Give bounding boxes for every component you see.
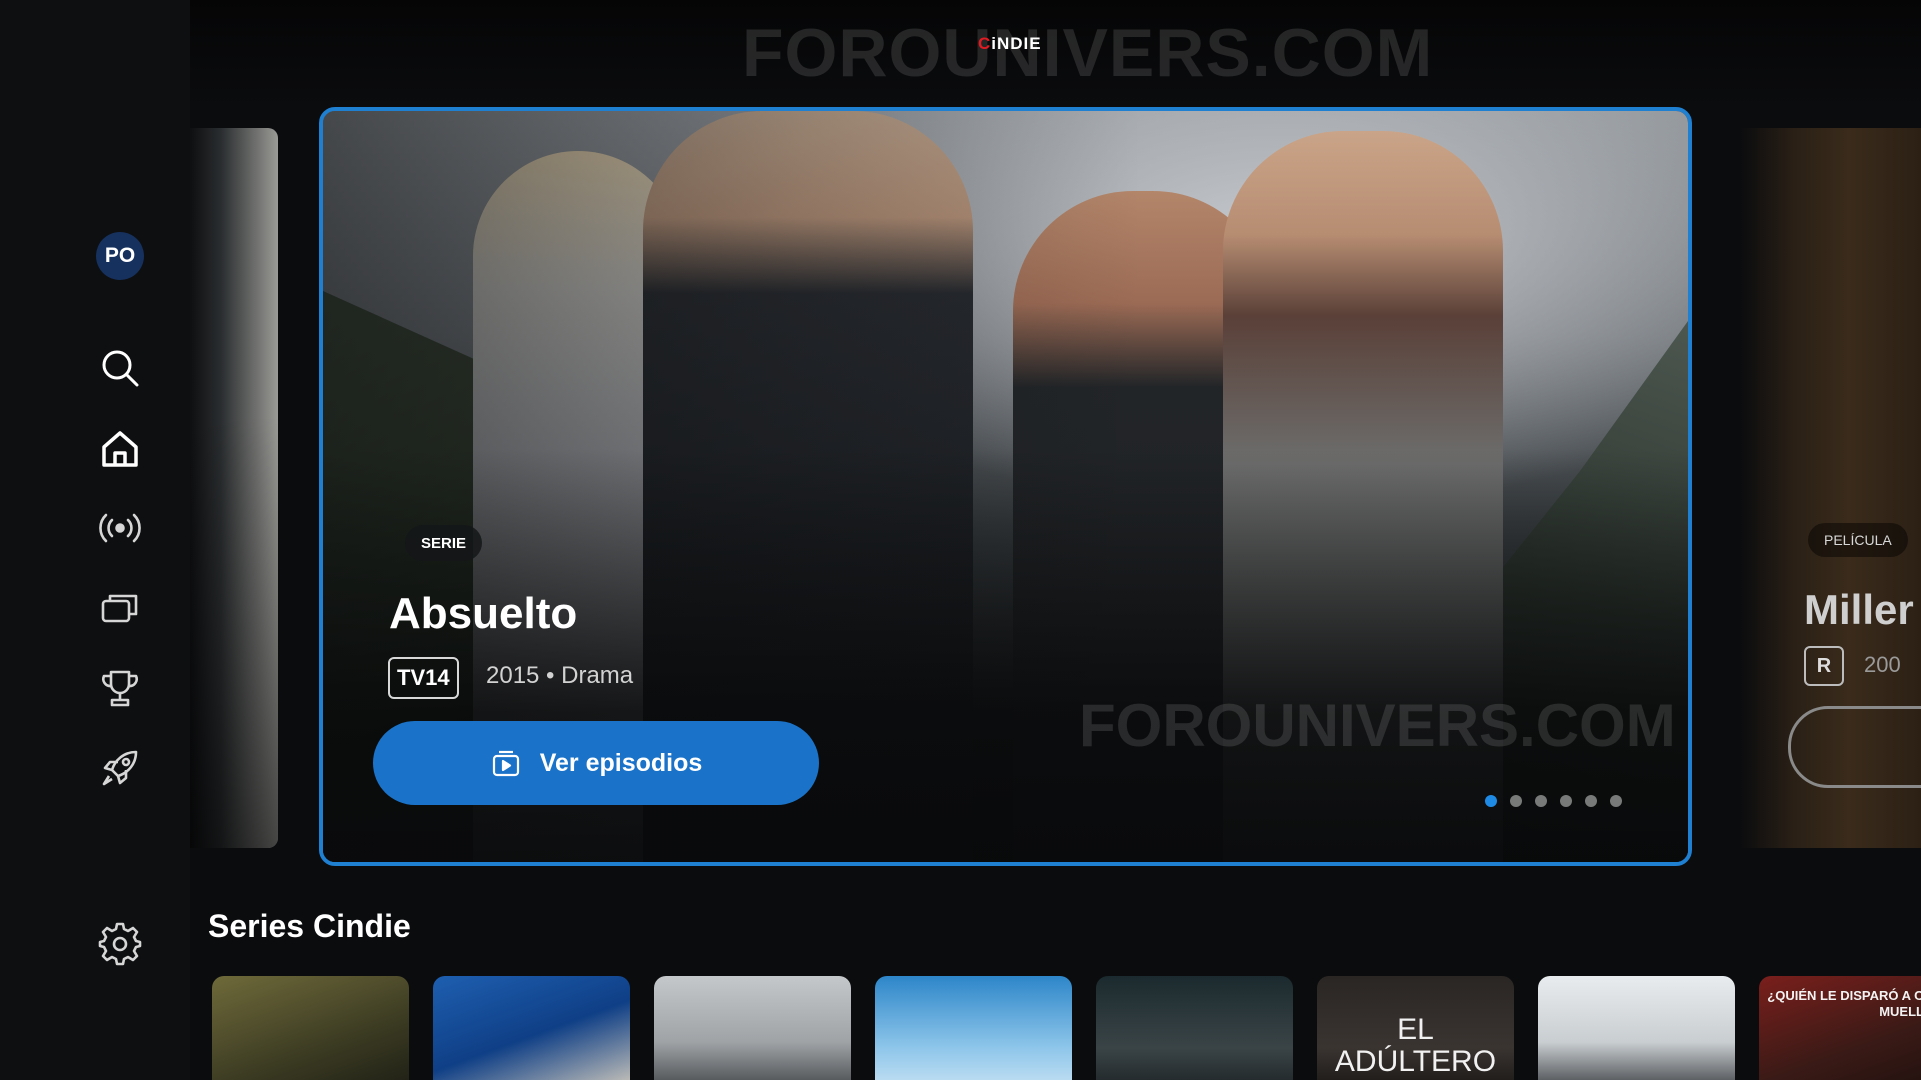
- watermark-text: FOROUNIVERS.COM: [1079, 692, 1676, 759]
- series-card[interactable]: [654, 976, 851, 1080]
- carousel-dot[interactable]: [1610, 795, 1622, 807]
- user-avatar[interactable]: PO: [96, 232, 144, 280]
- carousel-dot[interactable]: [1585, 795, 1597, 807]
- rocket-icon: [102, 750, 138, 786]
- episodes-icon: [492, 750, 519, 777]
- carousel-prev-card[interactable]: [190, 128, 278, 848]
- series-card[interactable]: [1096, 976, 1293, 1080]
- sidebar-item-awards[interactable]: [96, 664, 144, 712]
- series-card[interactable]: ¿QUIÉN LE DISPARÓ A OTTO MUELLER?: [1759, 976, 1921, 1080]
- series-card[interactable]: [1538, 976, 1735, 1080]
- sidebar-item-collections[interactable]: [96, 584, 144, 632]
- hero-meta: 2015 • Drama: [486, 662, 634, 689]
- sidebar-nav: PO: [0, 0, 190, 1080]
- row-title: Series Cindie: [208, 908, 411, 944]
- next-card-meta: 200: [1864, 652, 1901, 677]
- broadcast-icon: [99, 513, 141, 543]
- series-row: EL ADÚLTERO ¿QUIÉN LE DISPARÓ A OTTO MUEL…: [212, 976, 1921, 1080]
- sidebar-item-discover[interactable]: [96, 744, 144, 792]
- top-bar: FOROUNIVERS.COM CiNDIE: [0, 0, 1921, 110]
- next-card-title: Miller: [1804, 586, 1914, 633]
- home-icon: [102, 431, 138, 467]
- search-icon: [102, 350, 139, 387]
- hero-title: Absuelto: [389, 589, 578, 638]
- series-card[interactable]: [212, 976, 409, 1080]
- carousel-pagination: [1485, 795, 1622, 807]
- series-card[interactable]: [875, 976, 1072, 1080]
- rating-badge: R: [1804, 646, 1844, 686]
- view-episodes-label: Ver episodios: [539, 748, 703, 777]
- sidebar-item-live[interactable]: [96, 504, 144, 552]
- rating-badge: TV14: [388, 657, 459, 699]
- next-card-button[interactable]: [1788, 706, 1921, 788]
- sidebar-item-settings[interactable]: [96, 920, 144, 968]
- carousel-dot[interactable]: [1485, 795, 1497, 807]
- cards-icon: [101, 594, 138, 623]
- carousel-dot[interactable]: [1510, 795, 1522, 807]
- carousel-dot[interactable]: [1560, 795, 1572, 807]
- content-type-chip: PELÍCULA: [1808, 523, 1908, 557]
- carousel-next-card[interactable]: PELÍCULA Miller R 200: [1740, 128, 1921, 848]
- series-card-title: EL ADÚLTERO: [1334, 1013, 1497, 1078]
- content-type-chip: SERIE: [405, 525, 483, 561]
- series-card[interactable]: [433, 976, 630, 1080]
- trophy-icon: [102, 670, 138, 707]
- sidebar-item-search[interactable]: [96, 344, 144, 392]
- app-logo: CiNDIE: [978, 34, 1042, 53]
- gear-icon: [98, 922, 142, 966]
- hero-banner[interactable]: FOROUNIVERS.COM SERIE Absuelto TV14 2015…: [319, 107, 1692, 866]
- sidebar-item-home[interactable]: [96, 424, 144, 472]
- watermark-text: FOROUNIVERS.COM: [742, 15, 1434, 91]
- view-episodes-button[interactable]: Ver episodios: [373, 721, 819, 805]
- series-card-title: ¿QUIÉN LE DISPARÓ A OTTO MUELLER?: [1767, 988, 1921, 1019]
- series-card[interactable]: EL ADÚLTERO: [1317, 976, 1514, 1080]
- carousel-dot[interactable]: [1535, 795, 1547, 807]
